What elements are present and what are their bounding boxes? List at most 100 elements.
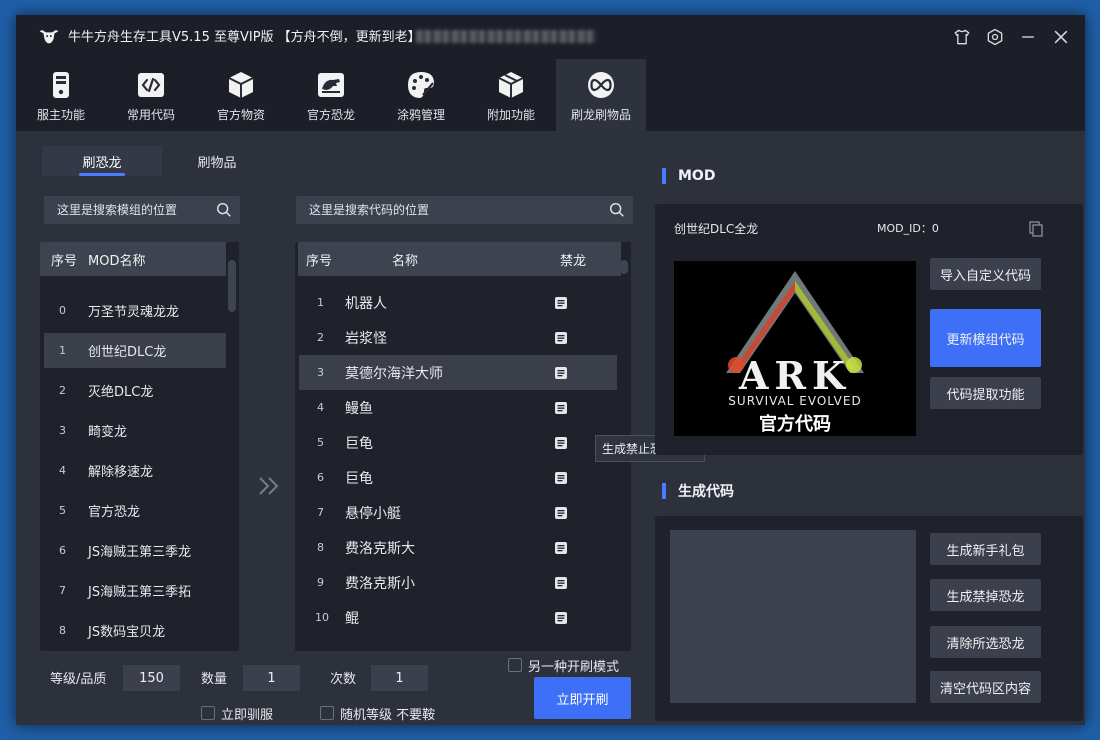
settings-button[interactable]: [985, 27, 1005, 47]
document-icon[interactable]: [554, 576, 568, 590]
close-button[interactable]: [1051, 27, 1071, 47]
quantity-input[interactable]: [243, 665, 300, 691]
table-row[interactable]: 7 悬停小艇: [299, 495, 617, 530]
mod-search: [44, 196, 240, 224]
start-spawn-button[interactable]: 立即开刷: [534, 677, 631, 719]
subtab-spawn-dino[interactable]: 刷恐龙: [42, 146, 162, 176]
row-no: 8: [59, 624, 66, 637]
code-list-scrollbar[interactable]: [620, 260, 628, 274]
code-search: [296, 196, 633, 224]
code-search-input[interactable]: [296, 196, 633, 224]
table-row[interactable]: 6 巨龟: [299, 460, 617, 495]
document-icon[interactable]: [554, 401, 568, 415]
col-header-no: 序号: [51, 253, 78, 269]
tool-label: 官方恐龙: [306, 108, 355, 122]
tool-supplies[interactable]: 官方物资: [196, 59, 286, 131]
list-item-selected[interactable]: 1 创世纪DLC龙: [44, 333, 226, 368]
document-icon[interactable]: [554, 541, 568, 555]
tool-label: 附加功能: [486, 108, 535, 122]
import-custom-code-button[interactable]: 导入自定义代码: [930, 258, 1041, 290]
title-bar: 牛牛方舟生存工具V5.15 至尊VIP版 【方舟不倒，更新到老】: [16, 15, 1085, 59]
table-row[interactable]: 8 费洛克斯大: [299, 530, 617, 565]
tool-graffiti[interactable]: 涂鸦管理: [376, 59, 466, 131]
table-row[interactable]: 4 鳗鱼: [299, 390, 617, 425]
document-icon[interactable]: [554, 366, 568, 380]
subtab-label: 刷恐龙: [82, 155, 122, 171]
list-item[interactable]: 7 JS海贼王第三季拓: [40, 573, 226, 608]
tame-label: 立即驯服: [221, 708, 274, 723]
col-header-mod-name: MOD名称: [88, 253, 146, 269]
skin-button[interactable]: [952, 27, 972, 47]
document-icon[interactable]: [554, 331, 568, 345]
tool-server[interactable]: 服主功能: [16, 59, 106, 131]
copy-icon[interactable]: [1029, 221, 1043, 237]
row-no: 4: [317, 401, 324, 414]
minimize-button[interactable]: [1018, 27, 1038, 47]
times-input[interactable]: [371, 665, 428, 691]
list-item[interactable]: 8 JS数码宝贝龙: [40, 613, 226, 648]
list-item[interactable]: 4 解除移速龙: [40, 453, 226, 488]
document-icon[interactable]: [554, 471, 568, 485]
blurred-text: [416, 30, 596, 43]
table-row[interactable]: 10 鲲: [299, 600, 617, 635]
level-input[interactable]: [123, 665, 180, 691]
table-row[interactable]: 5 巨龟: [299, 425, 617, 460]
table-row-selected[interactable]: 3 莫德尔海洋大师: [299, 355, 617, 390]
table-row[interactable]: 9 费洛克斯小: [299, 565, 617, 600]
random-level-checkbox[interactable]: [320, 706, 334, 720]
col-header-name: 名称: [392, 253, 419, 269]
extract-code-button[interactable]: 代码提取功能: [930, 377, 1041, 409]
update-mod-code-button[interactable]: 更新模组代码: [930, 309, 1041, 367]
mod-search-input[interactable]: [44, 196, 240, 224]
clear-selected-dino-button[interactable]: 清除所选恐龙: [930, 626, 1041, 658]
shirt-icon: [954, 29, 970, 45]
mod-name: 创世纪DLC全龙: [674, 222, 759, 236]
row-name: JS海贼王第三季龙: [88, 545, 192, 560]
document-icon[interactable]: [554, 296, 568, 310]
list-item[interactable]: 2 灭绝DLC龙: [40, 373, 226, 408]
tool-code[interactable]: 常用代码: [106, 59, 196, 131]
table-row[interactable]: 1 机器人: [299, 285, 617, 320]
section-title-text: 生成代码: [678, 484, 734, 500]
row-name: 费洛克斯大: [345, 540, 415, 557]
row-no: 4: [59, 464, 66, 477]
clear-code-area-button[interactable]: 清空代码区内容: [930, 671, 1041, 703]
gen-newbie-gift-button[interactable]: 生成新手礼包: [930, 533, 1041, 565]
tool-extra[interactable]: 附加功能: [466, 59, 556, 131]
mod-list-scrollbar[interactable]: [228, 260, 236, 312]
tool-label: 刷龙刷物品: [570, 108, 631, 122]
code-output-textarea[interactable]: [670, 530, 916, 703]
table-row[interactable]: 2 岩浆怪: [299, 320, 617, 355]
double-chevron-right-icon[interactable]: [256, 474, 282, 498]
tool-dinos[interactable]: 官方恐龙: [286, 59, 376, 131]
list-item[interactable]: 0 万圣节灵魂龙龙: [40, 293, 226, 328]
list-item[interactable]: 3 畸变龙: [40, 413, 226, 448]
row-no: 7: [59, 584, 66, 597]
row-name: 巨龟: [345, 470, 373, 487]
palette-icon: [408, 72, 434, 98]
row-name: 畸变龙: [88, 425, 128, 440]
mod-card: 创世纪DLC全龙 MOD_ID：0 ARK SURVIVAL EVOLVED 官…: [655, 204, 1083, 455]
row-no: 2: [317, 331, 324, 344]
ark-title: ARK: [738, 353, 852, 398]
alt-mode-checkbox[interactable]: [508, 658, 522, 672]
bull-logo-icon: [39, 30, 59, 44]
document-icon[interactable]: [554, 506, 568, 520]
section-accent-bar: [662, 168, 666, 184]
document-icon[interactable]: [554, 436, 568, 450]
document-icon[interactable]: [554, 611, 568, 625]
gen-ban-dino-button[interactable]: 生成禁掉恐龙: [930, 579, 1041, 611]
tame-checkbox[interactable]: [201, 706, 215, 720]
box-icon: [228, 72, 254, 98]
list-item[interactable]: 5 官方恐龙: [40, 493, 226, 528]
row-name: 岩浆怪: [345, 330, 387, 347]
search-icon[interactable]: [608, 201, 626, 219]
dino-icon: [318, 73, 344, 97]
quantity-label: 数量: [201, 672, 228, 687]
tool-spawn[interactable]: 刷龙刷物品: [556, 59, 646, 131]
ark-caption: 官方代码: [759, 414, 831, 435]
subtab-spawn-item[interactable]: 刷物品: [172, 146, 262, 176]
search-icon[interactable]: [215, 201, 233, 219]
list-item[interactable]: 6 JS海贼王第三季龙: [40, 533, 226, 568]
row-name: 官方恐龙: [88, 505, 141, 520]
